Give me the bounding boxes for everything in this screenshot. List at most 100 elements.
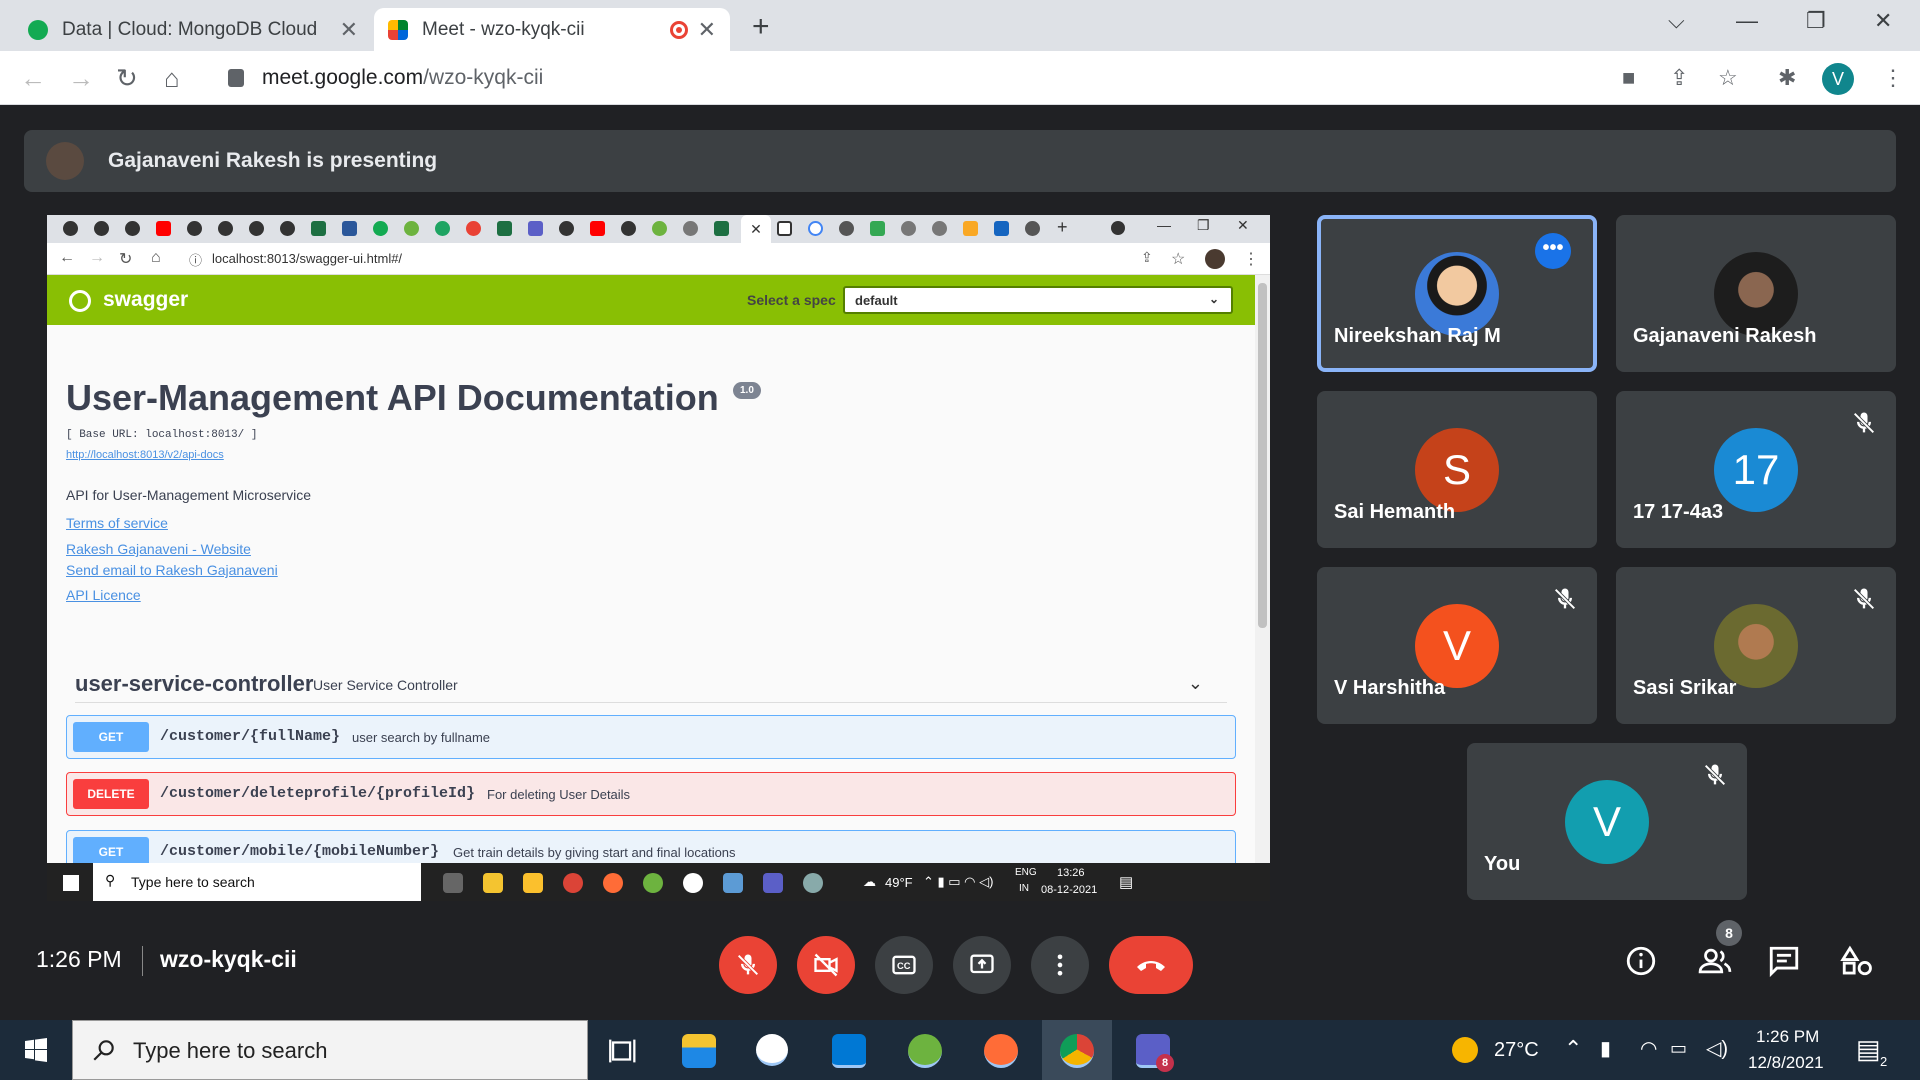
controller-section[interactable]: user-service-controller User Service Con… — [75, 665, 1227, 703]
tab-mongodb[interactable]: Data | Cloud: MongoDB Cloud ✕ — [14, 8, 372, 51]
shared-taskbar-search: ⚲ Type here to search — [93, 863, 421, 901]
more-options-button[interactable] — [1031, 936, 1089, 994]
windows-start-icon[interactable] — [24, 1038, 48, 1062]
activities-button[interactable] — [1840, 944, 1874, 983]
chat-button[interactable] — [1767, 944, 1801, 983]
restore-button[interactable]: ❐ — [1806, 8, 1826, 34]
action-center-icon[interactable]: ▤ — [1856, 1034, 1881, 1065]
close-tab-icon[interactable]: ✕ — [340, 17, 358, 43]
mic-toggle-button[interactable] — [719, 936, 777, 994]
participant-tile[interactable]: Gajanaveni Rakesh — [1616, 215, 1896, 372]
weather-temperature[interactable]: 27°C — [1494, 1039, 1539, 1062]
presenter-avatar — [46, 142, 84, 180]
profile-avatar[interactable]: V — [1822, 63, 1854, 95]
camera-icon[interactable]: ■ — [1622, 65, 1635, 91]
mongodb-compass-icon[interactable] — [756, 1034, 788, 1066]
participant-avatar — [1714, 604, 1798, 688]
close-window-button[interactable]: ✕ — [1874, 8, 1892, 34]
wifi-icon[interactable]: ◠ — [1640, 1036, 1657, 1061]
taskbar-clock-date[interactable]: 12/8/2021 — [1748, 1053, 1824, 1073]
spring-tool-suite-icon[interactable] — [908, 1034, 942, 1068]
outlook-icon[interactable] — [832, 1034, 866, 1068]
url-path: /wzo-kyqk-cii — [423, 66, 544, 89]
windows-start-icon — [63, 875, 79, 891]
postman-icon[interactable] — [984, 1034, 1018, 1068]
operation-path: /customer/mobile/{mobileNumber} — [160, 843, 440, 860]
more-options-button[interactable]: ••• — [1535, 233, 1571, 269]
search-placeholder: Type here to search — [131, 874, 255, 890]
weather-sun-icon[interactable] — [1452, 1037, 1478, 1063]
share-icon[interactable]: ⇪ — [1670, 65, 1688, 91]
teams-icon — [528, 221, 543, 236]
send-email-link[interactable]: Send email to Rakesh Gajanaveni — [66, 562, 278, 578]
tab-search-chevron-icon[interactable]: ⌵ — [1668, 8, 1685, 34]
operation-summary: Get train details by giving start and fi… — [453, 845, 736, 860]
tab-icon — [870, 221, 885, 236]
operation-row[interactable]: DELETE /customer/deleteprofile/{profileI… — [66, 772, 1236, 816]
volume-icon[interactable]: ◁) — [1706, 1036, 1728, 1061]
divider — [142, 946, 143, 976]
presenting-banner: Gajanaveni Rakesh is presenting — [24, 130, 1896, 192]
forward-icon[interactable]: → — [68, 63, 94, 94]
address-bar[interactable]: meet.google.com/wzo-kyqk-cii — [212, 59, 1632, 97]
camera-toggle-button[interactable] — [797, 936, 855, 994]
people-button[interactable] — [1696, 944, 1734, 983]
http-method-badge: GET — [73, 722, 149, 752]
bookmark-star-icon[interactable]: ☆ — [1718, 65, 1738, 91]
file-explorer-icon[interactable] — [682, 1034, 716, 1068]
show-hidden-icons-chevron-icon[interactable]: ⌃ — [1564, 1036, 1582, 1062]
tab-icon — [963, 221, 978, 236]
battery-icon[interactable]: ▭ — [1670, 1038, 1687, 1059]
extensions-icon[interactable]: ✱ — [1778, 65, 1796, 91]
new-tab-button[interactable]: + — [752, 10, 770, 44]
terms-of-service-link[interactable]: Terms of service — [66, 515, 168, 531]
participant-tile[interactable]: 17 17 17-4a3 — [1616, 391, 1896, 548]
api-docs-link[interactable]: http://localhost:8013/v2/api-docs — [66, 449, 224, 461]
chevron-down-icon[interactable]: ⌄ — [1188, 673, 1203, 694]
word-icon — [342, 221, 357, 236]
task-view-icon[interactable] — [606, 1034, 640, 1068]
swagger-logo-icon — [69, 290, 91, 312]
chrome-icon[interactable] — [1060, 1034, 1094, 1068]
search-icon: ⚲ — [105, 872, 116, 888]
operation-row[interactable]: GET /customer/mobile/{mobileNumber} Get … — [66, 830, 1236, 863]
home-icon[interactable]: ⌂ — [164, 63, 180, 94]
leave-call-button[interactable] — [1109, 936, 1193, 994]
shared-profile-avatar — [1205, 249, 1225, 269]
excel-icon — [714, 221, 729, 236]
operation-row[interactable]: GET /customer/{fullName} user search by … — [66, 715, 1236, 759]
participant-name: Sasi Srikar — [1633, 677, 1737, 699]
participant-name: Sai Hemanth — [1334, 501, 1456, 523]
participant-tile[interactable]: ••• Nireekshan Raj M — [1317, 215, 1597, 372]
teams-notification-badge: 8 — [1156, 1054, 1174, 1072]
captions-button[interactable]: CC — [875, 936, 933, 994]
app-icon — [803, 873, 823, 893]
participant-tile[interactable]: S Sai Hemanth — [1317, 391, 1597, 548]
close-tab-icon[interactable]: ✕ — [698, 17, 716, 43]
tab-meet[interactable]: Meet - wzo-kyqk-cii ✕ — [374, 8, 730, 51]
present-screen-button[interactable] — [953, 936, 1011, 994]
weather-icon: ☁ — [863, 874, 876, 889]
spec-select[interactable]: default ⌄ — [843, 286, 1233, 314]
participant-tile[interactable]: Sasi Srikar — [1616, 567, 1896, 724]
participant-tile[interactable]: V V Harshitha — [1317, 567, 1597, 724]
taskbar-clock-time[interactable]: 1:26 PM — [1756, 1027, 1819, 1047]
back-icon[interactable]: ← — [20, 63, 46, 94]
tray-icons: ⌃ ▮ ▭ ◠ ◁) — [923, 874, 994, 889]
minimize-button[interactable]: — — [1736, 8, 1758, 34]
browser-menu-icon[interactable]: ⋮ — [1882, 65, 1904, 91]
website-link[interactable]: Rakesh Gajanaveni - Website — [66, 541, 251, 557]
taskbar-search-box[interactable]: Type here to search — [72, 1020, 588, 1080]
reload-icon[interactable]: ↻ — [116, 63, 138, 94]
microphone-icon[interactable]: ▮ — [1600, 1036, 1611, 1061]
participant-tile-self[interactable]: V You — [1467, 743, 1747, 900]
select-spec-label: Select a spec — [747, 292, 836, 308]
shared-taskbar: ⚲ Type here to search ☁ 49°F ⌃ ▮ ▭ ◠ ◁) … — [47, 863, 1270, 901]
spring-icon — [652, 221, 667, 236]
meeting-details-button[interactable] — [1624, 944, 1658, 983]
participant-name: Gajanaveni Rakesh — [1633, 325, 1817, 347]
github-icon — [218, 221, 233, 236]
operation-path: /customer/deleteprofile/{profileId} — [160, 785, 476, 802]
api-licence-link[interactable]: API Licence — [66, 587, 141, 603]
shared-clock-date: 08-12-2021 — [1041, 884, 1098, 896]
